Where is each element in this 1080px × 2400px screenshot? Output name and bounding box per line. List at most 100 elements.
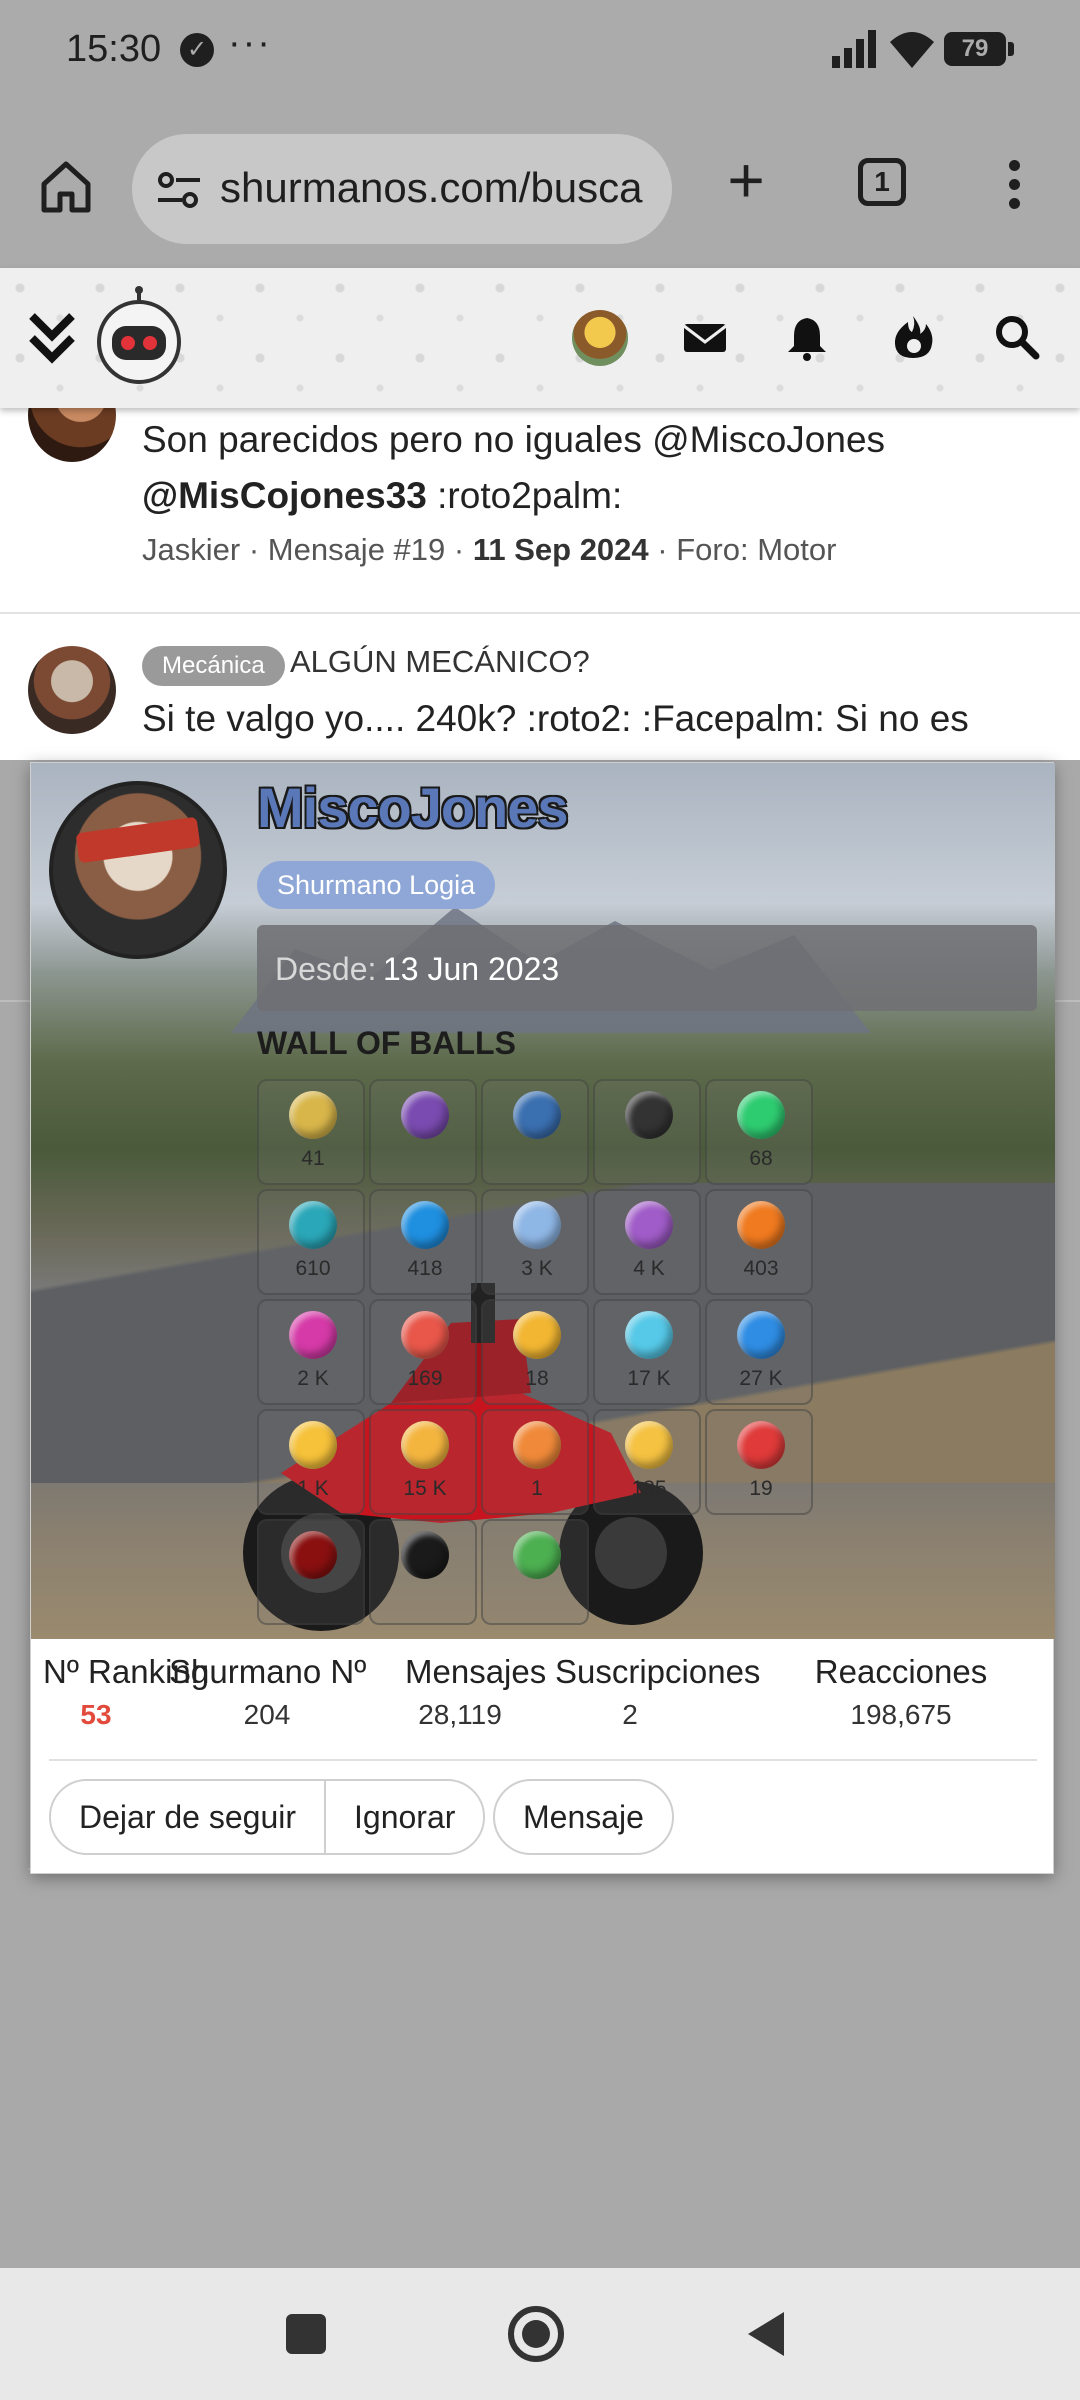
site-settings-icon[interactable]	[156, 170, 202, 210]
home-nav-icon[interactable]	[508, 2306, 564, 2362]
ball-count: 610	[295, 1257, 331, 1280]
ball-cell[interactable]: 610	[257, 1189, 365, 1295]
system-navigation-bar	[0, 2268, 1080, 2400]
more-notifications-icon: ···	[228, 22, 272, 64]
ball-count: 15 K	[403, 1477, 447, 1500]
check-icon: ✓	[180, 33, 214, 67]
mention-link[interactable]: @MisCojones33	[142, 475, 427, 516]
ball-cell[interactable]	[593, 1079, 701, 1185]
ball-cell[interactable]: 18	[481, 1299, 589, 1405]
profile-stats: Nº Ranking 53 Shurmano Nº 204 Mensajes 2…	[31, 1653, 1055, 1743]
envelope-icon[interactable]	[680, 312, 730, 362]
status-bar: 15:30 ✓ ··· 79	[0, 0, 1080, 100]
stat-reactions[interactable]: Reacciones 198,675	[761, 1653, 1041, 1731]
site-header	[0, 268, 1080, 408]
ball-icon	[289, 1201, 337, 1249]
double-chevron-down-icon[interactable]	[28, 308, 76, 368]
ball-cell[interactable]: 418	[369, 1189, 477, 1295]
profile-avatar[interactable]	[49, 781, 227, 959]
ball-cell[interactable]: 41	[257, 1079, 365, 1185]
ball-cell[interactable]: 19	[705, 1409, 813, 1515]
thread-prefix-tag[interactable]: Mecánica	[142, 646, 285, 686]
post-meta: Jaskier · Mensaje #19 · 11 Sep 2024 · Fo…	[142, 532, 836, 568]
author-name[interactable]: Jaskier	[142, 532, 240, 567]
ball-cell[interactable]: 4 K	[593, 1189, 701, 1295]
ball-cell[interactable]: 2 K	[257, 1299, 365, 1405]
site-logo-icon[interactable]	[94, 286, 184, 390]
wall-of-balls-title: WALL OF BALLS	[257, 1025, 516, 1061]
ball-count: 1 K	[297, 1477, 329, 1500]
stat-messages[interactable]: Mensajes 28,119	[405, 1653, 546, 1731]
ball-cell[interactable]	[481, 1519, 589, 1625]
stat-label: Shurmano Nº	[169, 1653, 367, 1690]
ball-icon	[737, 1421, 785, 1469]
stat-label: Suscripciones	[555, 1653, 761, 1690]
post-text-suffix: :roto2palm:	[426, 475, 623, 516]
stat-subscriptions: Suscripciones 2	[555, 1653, 761, 1731]
ball-icon	[737, 1091, 785, 1139]
message-number[interactable]: Mensaje #19	[268, 532, 446, 567]
ball-icon	[289, 1311, 337, 1359]
search-icon[interactable]	[992, 312, 1042, 362]
ball-icon	[513, 1531, 561, 1579]
ball-cell[interactable]	[369, 1519, 477, 1625]
user-avatar[interactable]	[572, 310, 628, 366]
stat-member-number: Shurmano Nº 204	[169, 1653, 367, 1731]
ball-cell[interactable]: 27 K	[705, 1299, 813, 1405]
ignore-button[interactable]: Ignorar	[324, 1781, 484, 1853]
ball-cell[interactable]: 1	[481, 1409, 589, 1515]
profile-username[interactable]: MiscoJones	[257, 775, 569, 840]
forum-link[interactable]: Foro: Motor	[676, 532, 836, 567]
address-bar[interactable]: shurmanos.com/busca	[132, 134, 672, 244]
ball-count: 4 K	[633, 1257, 665, 1280]
home-icon[interactable]	[36, 156, 96, 216]
since-label: Desde:	[275, 951, 377, 987]
stat-value: 53	[80, 1699, 112, 1730]
ball-icon	[401, 1531, 449, 1579]
signal-icon	[832, 30, 876, 68]
ball-count: 27 K	[739, 1367, 783, 1390]
message-button[interactable]: Mensaje	[493, 1779, 674, 1855]
ball-cell[interactable]	[257, 1519, 365, 1625]
ball-cell[interactable]: 3 K	[481, 1189, 589, 1295]
post-snippet[interactable]: Son parecidos pero no iguales @MiscoJone…	[142, 412, 1042, 524]
ball-icon	[625, 1311, 673, 1359]
ball-cell[interactable]	[481, 1079, 589, 1185]
new-tab-button[interactable]: +	[716, 148, 776, 212]
post-date: 11 Sep 2024	[472, 532, 649, 567]
ball-cell[interactable]: 68	[705, 1079, 813, 1185]
ball-icon	[513, 1421, 561, 1469]
ball-cell[interactable]: 169	[369, 1299, 477, 1405]
ball-icon	[513, 1311, 561, 1359]
status-time: 15:30	[66, 28, 162, 70]
ball-count: 17 K	[627, 1367, 671, 1390]
ball-icon	[401, 1421, 449, 1469]
stat-label: Nº Ranking	[43, 1653, 210, 1690]
bell-icon[interactable]	[782, 312, 832, 362]
ball-count: 418	[407, 1257, 443, 1280]
unfollow-button[interactable]: Dejar de seguir	[51, 1781, 324, 1853]
meta-separator: ·	[445, 532, 473, 567]
url-text[interactable]: shurmanos.com/busca	[220, 164, 643, 212]
ball-icon	[625, 1421, 673, 1469]
ball-count: 2 K	[297, 1367, 329, 1390]
ball-icon	[289, 1531, 337, 1579]
ball-cell[interactable]	[369, 1079, 477, 1185]
ball-icon	[513, 1091, 561, 1139]
recents-icon[interactable]	[286, 2314, 326, 2354]
back-icon[interactable]	[744, 2310, 788, 2358]
thread-title[interactable]: ALGÚN MECÁNICO?	[290, 644, 590, 680]
ball-cell[interactable]: 1 K	[257, 1409, 365, 1515]
member-since-box: Desde: 13 Jun 2023	[257, 925, 1037, 1011]
ball-cell[interactable]: 15 K	[369, 1409, 477, 1515]
browser-menu-icon[interactable]	[1000, 160, 1028, 220]
ball-cell[interactable]: 185	[593, 1409, 701, 1515]
ball-icon	[401, 1091, 449, 1139]
author-avatar[interactable]	[28, 646, 116, 734]
ball-cell[interactable]: 403	[705, 1189, 813, 1295]
post-snippet[interactable]: Si te valgo yo.... 240k? :roto2: :Facepa…	[142, 698, 1042, 740]
member-tooltip-card: MiscoJones Shurmano Logia Desde: 13 Jun …	[30, 762, 1055, 1874]
tab-switcher-button[interactable]: 1	[858, 158, 906, 206]
fire-icon[interactable]	[888, 312, 938, 362]
ball-cell[interactable]: 17 K	[593, 1299, 701, 1405]
